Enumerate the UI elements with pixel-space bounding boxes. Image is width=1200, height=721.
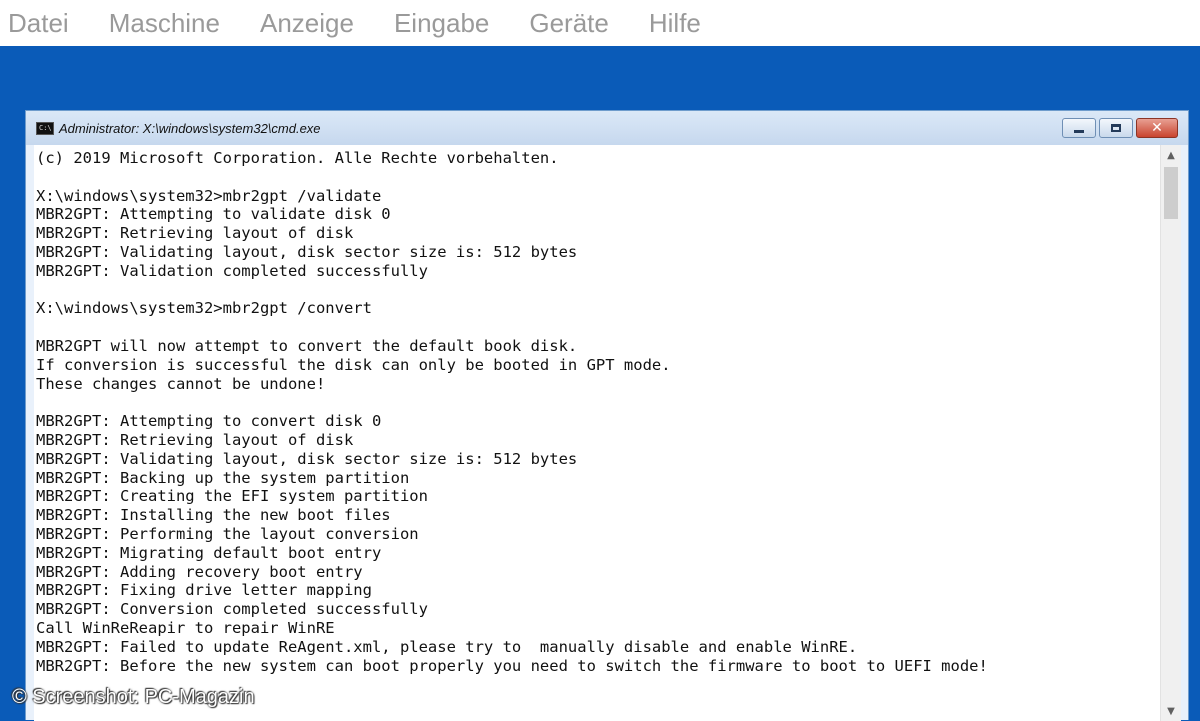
console-line: MBR2GPT: Retrieving layout of disk: [36, 430, 354, 449]
console-line: MBR2GPT: Backing up the system partition: [36, 468, 410, 487]
menu-anzeige[interactable]: Anzeige: [240, 0, 374, 46]
cmd-window: C:\ Administrator: X:\windows\system32\c…: [25, 110, 1189, 721]
cmd-icon-text: C:\: [39, 123, 52, 132]
close-icon: ✕: [1151, 120, 1163, 136]
scroll-up-arrow-icon[interactable]: ▲: [1161, 145, 1181, 165]
console-line: MBR2GPT: Before the new system can boot …: [36, 656, 988, 675]
console-line: MBR2GPT: Installing the new boot files: [36, 506, 391, 525]
console-line: MBR2GPT: Fixing drive letter mapping: [36, 581, 372, 600]
cmd-icon[interactable]: C:\: [36, 121, 54, 135]
menu-eingabe[interactable]: Eingabe: [374, 0, 509, 46]
close-button[interactable]: ✕: [1136, 118, 1178, 138]
console-line: If conversion is successful the disk can…: [36, 355, 671, 374]
console-line: MBR2GPT: Adding recovery boot entry: [36, 562, 363, 581]
console-line: X:\windows\system32>mbr2gpt /validate: [36, 186, 382, 205]
console-line: X:\windows\system32>mbr2gpt /convert: [36, 299, 372, 318]
scroll-down-arrow-icon[interactable]: ▼: [1161, 701, 1181, 721]
console-line: MBR2GPT: Migrating default boot entry: [36, 543, 382, 562]
console-line: MBR2GPT: Failed to update ReAgent.xml, p…: [36, 637, 858, 656]
console-line: MBR2GPT: Creating the EFI system partiti…: [36, 487, 428, 506]
console-line: MBR2GPT: Attempting to validate disk 0: [36, 205, 391, 224]
minimize-icon: [1074, 129, 1084, 133]
minimize-button[interactable]: [1062, 118, 1096, 138]
console-line: MBR2GPT: Validating layout, disk sector …: [36, 449, 578, 468]
menu-bar: Datei Maschine Anzeige Eingabe Geräte Hi…: [0, 0, 1200, 46]
console-line: MBR2GPT: Retrieving layout of disk: [36, 224, 354, 243]
console-line: MBR2GPT: Attempting to convert disk 0: [36, 412, 382, 431]
menu-geraete[interactable]: Geräte: [509, 0, 629, 46]
vertical-scrollbar[interactable]: ▲ ▼: [1160, 145, 1181, 721]
menu-datei[interactable]: Datei: [0, 0, 89, 46]
console-line: MBR2GPT: Validating layout, disk sector …: [36, 242, 578, 261]
console-line: (c) 2019 Microsoft Corporation. Alle Rec…: [36, 149, 559, 167]
console-output[interactable]: (c) 2019 Microsoft Corporation. Alle Rec…: [34, 145, 1160, 721]
console-line: MBR2GPT: Conversion completed successful…: [36, 600, 428, 619]
maximize-button[interactable]: [1099, 118, 1133, 138]
console-line: Call WinReReapir to repair WinRE: [36, 618, 335, 637]
window-titlebar[interactable]: C:\ Administrator: X:\windows\system32\c…: [26, 111, 1188, 145]
console-line: MBR2GPT: Performing the layout conversio…: [36, 524, 419, 543]
console-line: These changes cannot be undone!: [36, 374, 326, 393]
menu-maschine[interactable]: Maschine: [89, 0, 240, 46]
console-line: MBR2GPT will now attempt to convert the …: [36, 336, 578, 355]
console-line: MBR2GPT: Validation completed successful…: [36, 261, 428, 280]
menu-hilfe[interactable]: Hilfe: [629, 0, 721, 46]
scroll-thumb[interactable]: [1164, 167, 1178, 219]
window-controls: ✕: [1062, 118, 1178, 138]
maximize-icon: [1111, 124, 1121, 132]
window-title: Administrator: X:\windows\system32\cmd.e…: [59, 120, 321, 136]
